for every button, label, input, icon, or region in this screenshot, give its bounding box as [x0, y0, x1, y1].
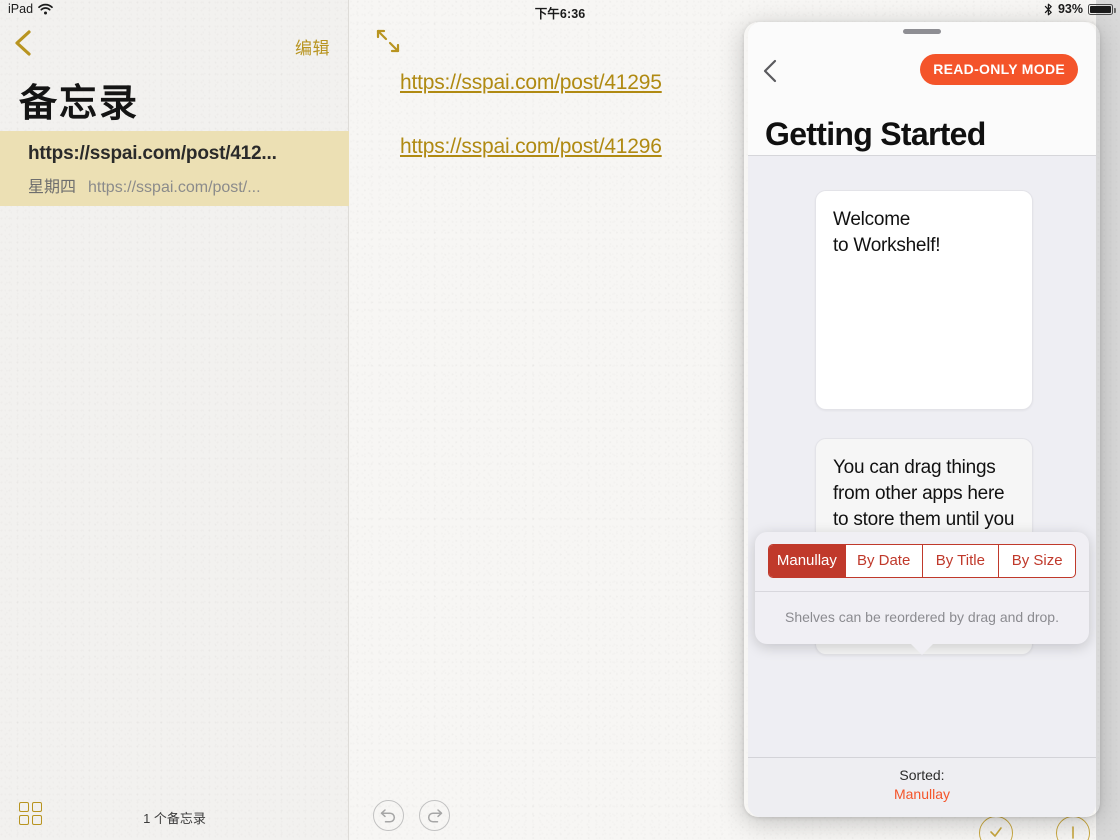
notes-sidebar-navbar: 编辑 [0, 0, 348, 62]
note-item-subtitle: 星期四 https://sspai.com/post/... [28, 173, 261, 197]
compose-icon[interactable] [1056, 816, 1090, 840]
note-list-item-selected[interactable]: https://sspai.com/post/412... 星期四 https:/… [0, 131, 349, 206]
sort-segment-by-title[interactable]: By Title [923, 545, 1000, 577]
slideover-header: READ-ONLY MODE Getting Started [748, 22, 1096, 156]
edit-button[interactable]: 编辑 [295, 34, 330, 59]
notes-sidebar: 编辑 备忘录 https://sspai.com/post/412... 星期四… [0, 0, 349, 840]
sort-popover: Manullay By Date By Title By Size Shelve… [755, 532, 1089, 644]
sort-segment-manually[interactable]: Manullay [769, 545, 846, 577]
sort-segment-by-date[interactable]: By Date [846, 545, 923, 577]
slideover-title: Getting Started [765, 116, 986, 152]
read-only-mode-badge[interactable]: READ-ONLY MODE [920, 54, 1078, 85]
note-item-date: 星期四 [28, 179, 77, 196]
ipad-screen: 编辑 备忘录 https://sspai.com/post/412... 星期四… [0, 0, 1120, 840]
shelf-card-text: Welcome to Workshelf! [833, 209, 941, 256]
undo-icon[interactable] [373, 800, 404, 831]
sorted-value: Manullay [893, 786, 951, 802]
shelf-card[interactable]: Welcome to Workshelf! [815, 190, 1033, 410]
note-item-preview: https://sspai.com/post/... [88, 179, 261, 196]
note-url-link[interactable]: https://sspai.com/post/41295 [400, 71, 662, 94]
sort-segmented-control: Manullay By Date By Title By Size [768, 544, 1076, 578]
note-count-label: 1 个备忘录 [143, 811, 206, 826]
note-item-title: https://sspai.com/post/412... [28, 143, 277, 164]
redo-icon[interactable] [419, 800, 450, 831]
sorted-label: Sorted: [899, 767, 945, 783]
shelf-list: Welcome to Workshelf! You can drag thing… [748, 156, 1096, 817]
slideover-panel: READ-ONLY MODE Getting Started Welcome t… [748, 22, 1096, 817]
page-title: 备忘录 [19, 83, 140, 125]
sort-hint-text: Shelves can be reordered by drag and dro… [785, 609, 1059, 625]
drag-handle[interactable] [903, 29, 941, 34]
back-chevron-icon[interactable] [12, 29, 34, 57]
note-url-link[interactable]: https://sspai.com/post/41296 [400, 135, 662, 158]
sort-segment-by-size[interactable]: By Size [999, 545, 1075, 577]
back-chevron-icon[interactable] [760, 58, 780, 84]
notes-sidebar-toolbar: 1 个备忘录 [0, 792, 349, 840]
sorted-status-bar[interactable]: Sorted: Manullay [748, 757, 1096, 817]
checklist-icon[interactable] [979, 816, 1013, 840]
expand-arrows-icon[interactable] [375, 28, 401, 54]
